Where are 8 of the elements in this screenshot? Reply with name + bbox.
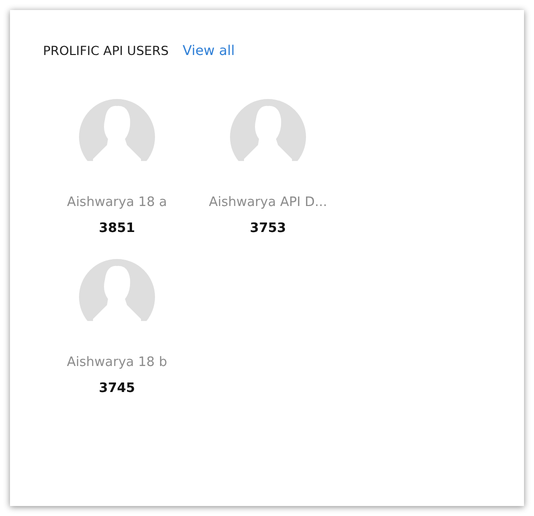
request-count: 3753 <box>250 221 286 236</box>
request-count: 3851 <box>98 221 136 236</box>
request-count: 3745 <box>98 381 136 396</box>
user-name: Aishwarya 18 a <box>67 195 167 210</box>
view-all-link[interactable]: View all <box>182 43 235 59</box>
user-name: Aishwarya API D... <box>208 195 328 210</box>
user-name: Aishwarya 18 b <box>66 355 168 370</box>
panel-title: PROLIFIC API USERS <box>43 43 169 58</box>
